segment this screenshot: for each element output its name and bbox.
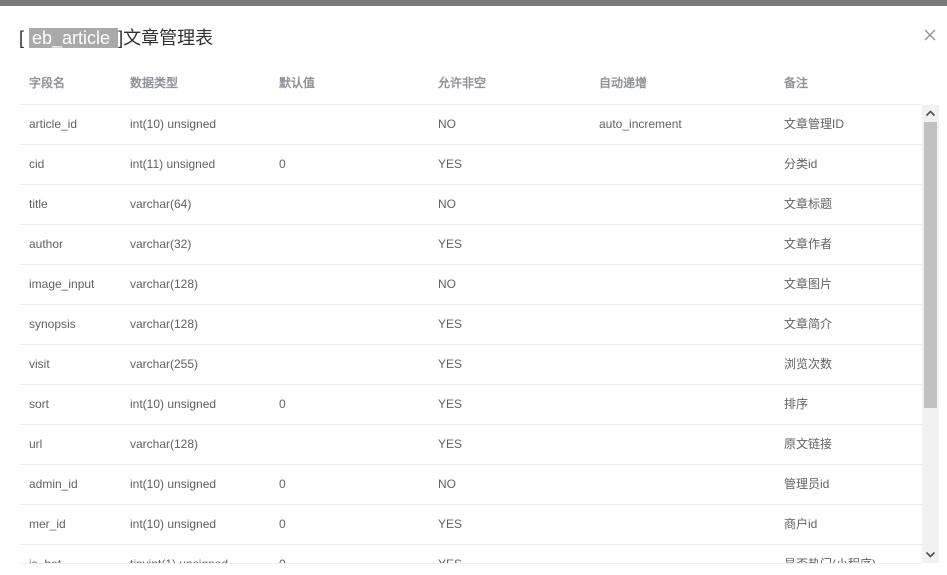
cell-nullable: YES: [438, 157, 463, 171]
table-row: article_id int(10) unsigned NO auto_increme…: [19, 105, 922, 145]
vertical-scrollbar[interactable]: [922, 105, 939, 563]
cell-comment: 文章图片: [784, 277, 833, 291]
scroll-down-button[interactable]: [922, 546, 939, 563]
column-header-data-type: 数据类型: [130, 76, 179, 90]
cell-comment: 是否热门(小程序): [784, 545, 876, 563]
cell-data-type: int(10) unsigned: [130, 397, 217, 411]
table-row: visit varchar(255) YES 浏览次数: [19, 345, 922, 385]
cell-default: 0: [279, 545, 286, 563]
cell-nullable: NO: [438, 197, 456, 211]
cell-field-name: synopsis: [29, 317, 76, 331]
cell-data-type: varchar(255): [130, 357, 199, 371]
cell-nullable: NO: [438, 117, 456, 131]
chevron-down-icon: [925, 551, 936, 558]
cell-field-name: article_id: [29, 117, 78, 131]
cell-data-type: int(10) unsigned: [130, 117, 217, 131]
cell-default: 0: [279, 477, 286, 491]
cell-data-type: varchar(128): [130, 317, 199, 331]
cell-field-name: url: [29, 437, 43, 451]
cell-data-type: int(10) unsigned: [130, 477, 217, 491]
cell-field-name: cid: [29, 157, 45, 171]
cell-field-name: title: [29, 197, 48, 211]
title-suffix: ]文章管理表: [118, 28, 214, 48]
table-header: 字段名 数据类型 默认值 允许非空 自动递增 备注: [19, 63, 922, 105]
column-header-comment: 备注: [784, 76, 809, 90]
table-row: sort int(10) unsigned 0 YES 排序: [19, 385, 922, 425]
cell-nullable: YES: [438, 317, 463, 331]
cell-comment: 浏览次数: [784, 357, 833, 371]
table-bottom-border: [19, 563, 922, 564]
cell-comment: 文章作者: [784, 237, 833, 251]
column-header-nullable: 允许非空: [438, 76, 487, 90]
cell-default: 0: [279, 157, 286, 171]
cell-comment: 文章标题: [784, 197, 833, 211]
cell-data-type: int(11) unsigned: [130, 157, 216, 171]
cell-nullable: NO: [438, 277, 456, 291]
cell-field-name: visit: [29, 357, 50, 371]
table-row: title varchar(64) NO 文章标题: [19, 185, 922, 225]
cell-field-name: mer_id: [29, 517, 66, 531]
cell-data-type: int(10) unsigned: [130, 517, 217, 531]
column-header-default: 默认值: [279, 76, 316, 90]
cell-auto-increment: auto_increment: [599, 117, 682, 131]
table-body: article_id int(10) unsigned NO auto_increme…: [19, 105, 922, 563]
cell-comment: 分类id: [784, 157, 818, 171]
cell-nullable: YES: [438, 545, 462, 563]
scrollbar-thumb[interactable]: [924, 122, 937, 408]
close-icon: [924, 29, 936, 41]
cell-field-name: image_input: [29, 277, 95, 291]
table-row: cid int(11) unsigned 0 YES 分类id: [19, 145, 922, 185]
cell-field-name: is_hot: [29, 545, 61, 563]
dialog-title: [ eb_article ]文章管理表: [19, 26, 213, 50]
table-row: synopsis varchar(128) YES 文章简介: [19, 305, 922, 345]
cell-data-type: varchar(64): [130, 197, 192, 211]
table-row: url varchar(128) YES 原文链接: [19, 425, 922, 465]
cell-default: 0: [279, 517, 286, 531]
cell-data-type: tinyint(1) unsigned: [130, 545, 228, 563]
cell-nullable: YES: [438, 397, 463, 411]
cell-nullable: YES: [438, 517, 463, 531]
chevron-up-icon: [925, 110, 936, 117]
table-name: eb_article: [29, 28, 119, 48]
cell-comment: 原文链接: [784, 437, 833, 451]
cell-nullable: YES: [438, 237, 463, 251]
table-row: is_hot tinyint(1) unsigned 0 YES 是否热门(小程序): [19, 545, 922, 563]
table-row: mer_id int(10) unsigned 0 YES 商户id: [19, 505, 922, 545]
cell-comment: 商户id: [784, 517, 818, 531]
cell-data-type: varchar(128): [130, 437, 199, 451]
column-header-auto-increment: 自动递增: [599, 76, 648, 90]
cell-field-name: admin_id: [29, 477, 78, 491]
close-button[interactable]: [923, 28, 937, 42]
cell-nullable: NO: [438, 477, 456, 491]
cell-default: 0: [279, 397, 286, 411]
cell-comment: 管理员id: [784, 477, 830, 491]
column-header-field-name: 字段名: [29, 76, 66, 90]
cell-comment: 文章管理ID: [784, 117, 845, 131]
cell-nullable: YES: [438, 357, 463, 371]
cell-field-name: sort: [29, 397, 50, 411]
cell-data-type: varchar(32): [130, 237, 192, 251]
title-prefix: [: [19, 28, 30, 48]
cell-data-type: varchar(128): [130, 277, 199, 291]
table-row: image_input varchar(128) NO 文章图片: [19, 265, 922, 305]
cell-nullable: YES: [438, 437, 463, 451]
scroll-up-button[interactable]: [922, 105, 939, 122]
cell-field-name: author: [29, 237, 64, 251]
cell-comment: 文章简介: [784, 317, 833, 331]
table-row: author varchar(32) YES 文章作者: [19, 225, 922, 265]
table-row: admin_id int(10) unsigned 0 NO 管理员id: [19, 465, 922, 505]
cell-comment: 排序: [784, 397, 809, 411]
